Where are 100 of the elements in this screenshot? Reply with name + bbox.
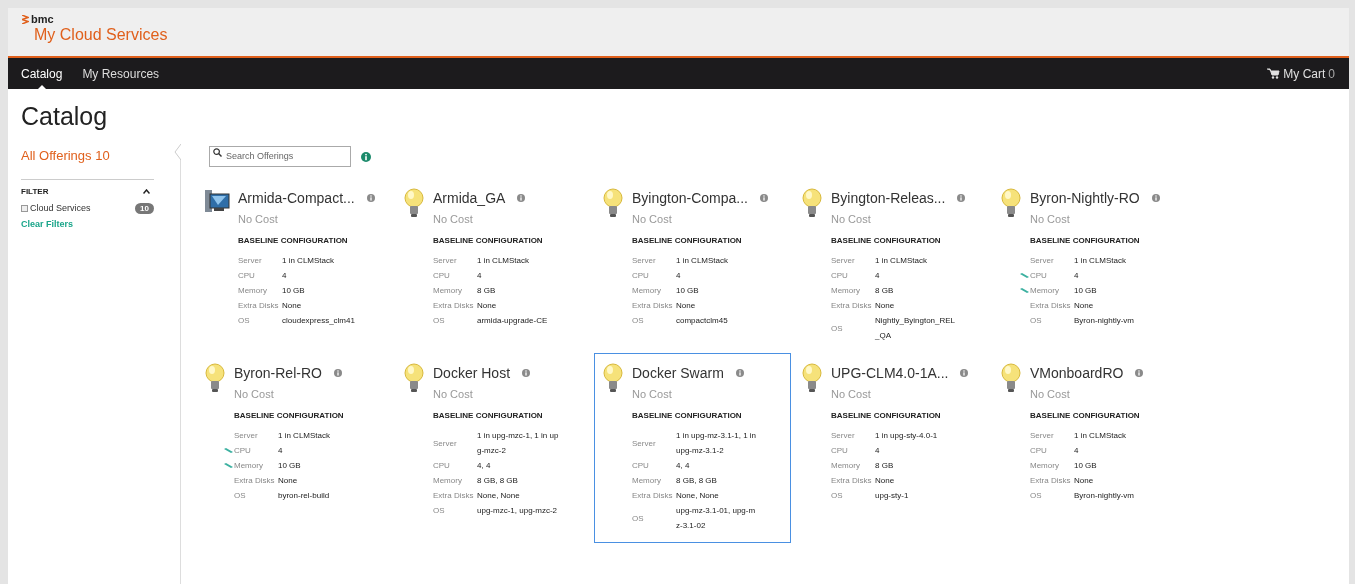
offering-cost: No Cost [238, 211, 279, 227]
info-icon[interactable] [522, 369, 531, 378]
config-value: 4, 4 [676, 460, 691, 473]
offering-title[interactable]: Byington-Releas... [831, 187, 946, 209]
config-label: Server [432, 255, 457, 268]
config-label: Memory [432, 285, 462, 298]
config-value: 1 in CLMStack [875, 255, 929, 268]
cart-button[interactable]: My Cart 0 [1267, 64, 1335, 83]
config-value: None [278, 475, 299, 488]
config-value: None, None [477, 490, 521, 503]
config-label: Extra Disks [1029, 300, 1071, 313]
config-label: OS [1029, 490, 1042, 503]
info-icon[interactable] [1151, 194, 1160, 203]
config-value: 10 GB [282, 285, 306, 298]
config-label: CPU [237, 270, 255, 283]
config-value: 8 GB, 8 GB [477, 475, 519, 488]
config-value: None, None [676, 490, 720, 503]
config-value: 10 GB [676, 285, 700, 298]
config-label: Server [237, 255, 262, 268]
info-icon[interactable] [361, 151, 371, 162]
section-heading: BASELINE CONFIGURATION [433, 235, 544, 248]
config-label: CPU [1029, 445, 1047, 458]
config-value: 1 in CLMStack [676, 255, 730, 268]
config-label: CPU [432, 460, 450, 473]
info-icon[interactable] [333, 369, 342, 378]
config-label: OS [830, 322, 843, 335]
config-value: None [477, 300, 498, 313]
info-icon[interactable] [1135, 369, 1144, 378]
config-value: 4 [477, 270, 483, 283]
config-label: CPU [830, 445, 848, 458]
section-heading: BASELINE CONFIGURATION [234, 410, 345, 423]
count-badge: 10 [135, 203, 154, 214]
config-value: 8 GB, 8 GB [676, 475, 718, 488]
config-value: None [1074, 300, 1095, 313]
lightbulb-icon [602, 187, 624, 218]
config-label: Server [631, 437, 656, 450]
collapse-icon[interactable] [143, 189, 150, 195]
config-value: 4 [676, 270, 682, 283]
all-offerings-link[interactable]: All Offerings 10 [21, 146, 173, 166]
lightbulb-icon [602, 362, 624, 393]
lightbulb-icon [204, 362, 226, 393]
config-label: Memory [1020, 283, 1059, 299]
filter-checkbox[interactable] [21, 205, 28, 212]
info-icon[interactable] [957, 194, 966, 203]
config-value: compactclm45 [676, 315, 729, 328]
offering-card[interactable]: Docker Swarm No Cost BASELINE CONFIGURATION Server 1 in upg-mz-3.1-1, 1 in upg-mz-3.1-2 CPU 4, 4 Memory 8 GB, 8 GB Extra Disks None, None OS upg-mz-3.1-01, upg-mz-3.1-02 [594, 352, 791, 543]
config-value: 4 [875, 445, 881, 458]
lightbulb-icon [1000, 187, 1022, 218]
nav-tab[interactable]: My Resources [82, 58, 160, 89]
config-label: Memory [1029, 460, 1059, 473]
config-value: 1 in upg-sty-4.0-1 [875, 430, 939, 443]
filter-heading: FILTER [21, 185, 49, 198]
config-label: Extra Disks [631, 490, 673, 503]
bmc-logo-icon [22, 15, 29, 24]
config-label: OS [830, 490, 843, 503]
config-label: CPU [631, 460, 649, 473]
monitor-icon [204, 187, 230, 214]
offering-title[interactable]: Byron-Nightly-RO [1030, 187, 1140, 209]
config-value: Nightly_Byington_REL_QA [875, 315, 957, 343]
config-value: cloudexpress_clm41 [282, 315, 356, 328]
config-value: Byron-nightly-vm [1074, 315, 1135, 328]
info-icon[interactable] [735, 369, 744, 378]
config-label: Extra Disks [432, 490, 474, 503]
page-title: Catalog [21, 101, 109, 132]
offering-title[interactable]: Armida_GA [433, 187, 506, 209]
search-icon [213, 148, 222, 158]
config-value: 1 in CLMStack [278, 430, 332, 443]
offering-title[interactable]: Byington-Compa... [632, 187, 748, 209]
offering-cost: No Cost [831, 211, 872, 227]
config-value: byron-rel-build [278, 490, 331, 503]
config-value: None [875, 300, 896, 313]
config-label: Server [1029, 255, 1054, 268]
info-icon[interactable] [960, 369, 969, 378]
config-value: 10 GB [278, 460, 302, 473]
config-label: CPU [631, 270, 649, 283]
info-icon[interactable] [517, 194, 526, 203]
config-label: OS [233, 490, 246, 503]
config-value: upg-mz-3.1-01, upg-mz-3.1-02 [676, 505, 757, 533]
offering-title[interactable]: Armida-Compact... [238, 187, 355, 209]
config-label: Server [830, 255, 855, 268]
info-icon[interactable] [759, 194, 768, 203]
config-value: 1 in CLMStack [282, 255, 336, 268]
offering-cost: No Cost [1030, 211, 1071, 227]
config-label: Memory [631, 475, 661, 488]
config-value: 1 in upg-mzc-1, 1 in upg-mzc-2 [477, 430, 559, 458]
config-label: CPU [432, 270, 450, 283]
config-value: 4 [1074, 445, 1080, 458]
offering-cost: No Cost [433, 211, 474, 227]
section-heading: BASELINE CONFIGURATION [433, 410, 544, 423]
info-icon[interactable] [366, 194, 375, 203]
config-value: 4 [1074, 270, 1080, 283]
app-title: My Cloud Services [34, 25, 169, 45]
config-label: OS [237, 315, 250, 328]
config-value: upg-mzc-1, upg-mzc-2 [477, 505, 559, 518]
config-label: CPU [830, 270, 848, 283]
config-value: upg-sty-1 [875, 490, 910, 503]
section-heading: BASELINE CONFIGURATION [238, 235, 349, 248]
config-label: Memory [830, 285, 860, 298]
search-field[interactable]: Search Offerings [209, 145, 351, 167]
config-label: Extra Disks [631, 300, 673, 313]
